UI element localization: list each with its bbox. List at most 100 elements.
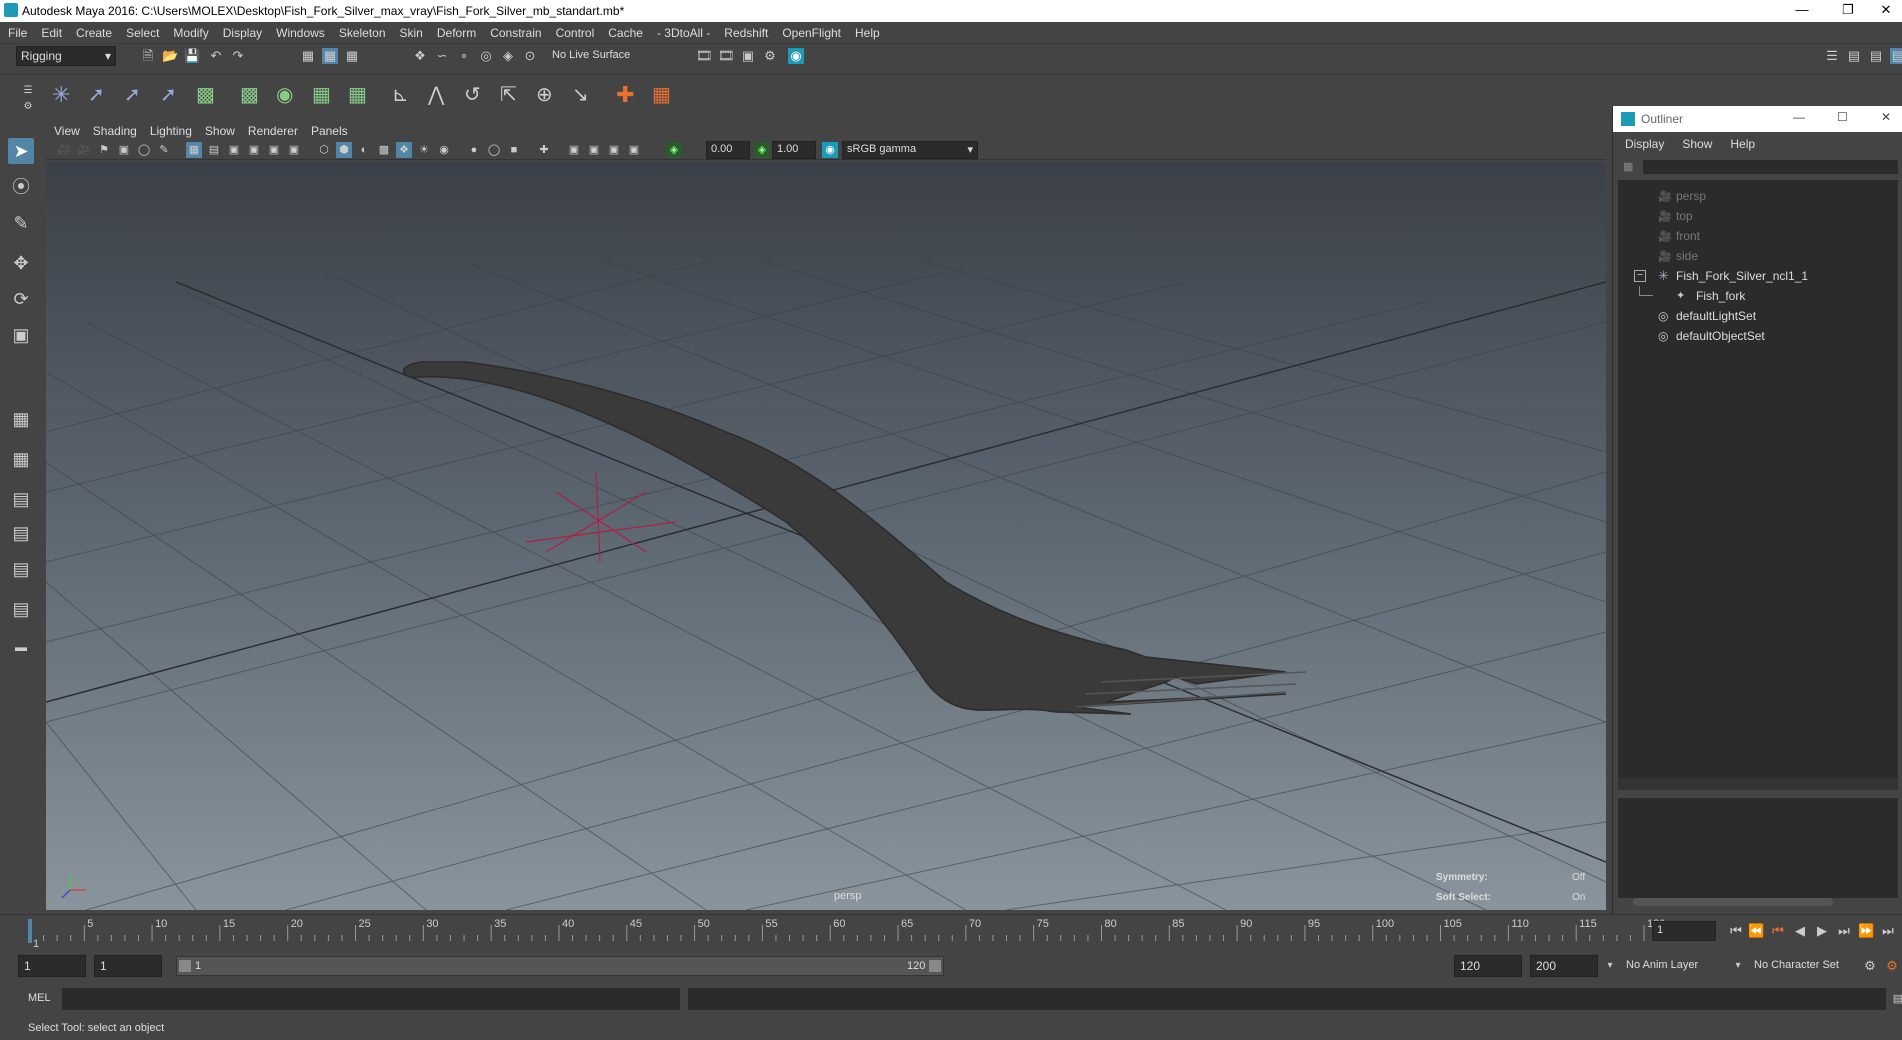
list-item[interactable]: ✦ Fish_fork <box>1618 286 1888 306</box>
menu-deform[interactable]: Deform <box>429 22 482 40</box>
menu-select[interactable]: Select <box>118 22 165 40</box>
hypershade-icon[interactable]: ◉ <box>788 48 804 64</box>
depth-of-field-icon[interactable]: ■ <box>506 142 522 158</box>
range-bar[interactable]: 1 120 <box>176 956 944 976</box>
filter-icon[interactable]: ▦ <box>1623 160 1639 174</box>
menu-windows[interactable]: Windows <box>268 22 331 40</box>
isolate-select-icon[interactable]: ✚ <box>536 142 552 158</box>
lasso-tool-icon[interactable]: ⦿ <box>8 174 34 200</box>
color-space-dropdown[interactable]: sRGB gamma ▾ <box>842 141 978 159</box>
motion-blur-icon[interactable]: ● <box>466 142 482 158</box>
range-start-handle[interactable] <box>179 960 191 972</box>
move-tool-icon[interactable]: ✥ <box>8 250 34 276</box>
color-management-icon[interactable]: ◉ <box>822 142 838 158</box>
two-pane-side-icon[interactable]: ▤ <box>8 486 34 512</box>
use-all-lights-icon[interactable]: ❖ <box>396 142 412 158</box>
channel-box-icon[interactable]: ▤ <box>1846 48 1862 64</box>
viewport-persp[interactable]: persp Symmetry: Off Soft Select: On <box>46 162 1606 910</box>
minimize-icon[interactable]: — <box>1782 2 1822 17</box>
hypershade-layout-icon[interactable]: ▤ <box>8 596 34 622</box>
go-to-start-icon[interactable]: ⏮ <box>1728 923 1744 939</box>
parent-constraint-icon[interactable]: ⊕ <box>536 85 553 105</box>
joint-tool-icon[interactable]: ✳ <box>52 84 70 106</box>
preferences-icon[interactable]: ⚙ <box>1884 958 1900 974</box>
layout-menu-icon[interactable]: ▬ <box>8 634 34 660</box>
camera-attributes-icon[interactable]: 🎥 <box>76 142 92 158</box>
backface-culling-icon[interactable]: ▣ <box>626 142 642 158</box>
list-item[interactable]: 🎥 persp <box>1618 186 1888 206</box>
live-surface-label[interactable]: No Live Surface <box>552 49 630 61</box>
select-object-icon[interactable]: ▦ <box>322 48 338 64</box>
list-item[interactable]: 🎥 front <box>1618 226 1888 246</box>
character-set-dropdown[interactable]: No Character Set <box>1754 959 1839 971</box>
render-frame-icon[interactable]: 🎞 <box>696 48 713 64</box>
layout-icon[interactable]: ☰ <box>1824 48 1840 64</box>
viewport-menu-lighting[interactable]: Lighting <box>142 122 197 138</box>
orient-constraint-icon[interactable]: ↺ <box>464 85 481 105</box>
list-item[interactable]: − ✳ Fish_Fork_Silver_ncl1_1 <box>1618 266 1888 286</box>
play-backward-icon[interactable]: ◀ <box>1792 923 1808 939</box>
pole-vector-icon[interactable]: ↘ <box>572 85 589 105</box>
playback-start-field[interactable]: 1 <box>94 955 162 977</box>
scale-tool-icon[interactable]: ▣ <box>8 322 34 348</box>
snap-view-icon[interactable]: ◎ <box>478 48 494 64</box>
step-back-icon[interactable]: ⏪ <box>1748 923 1764 939</box>
xray-joints-icon[interactable]: ▣ <box>586 142 602 158</box>
tool-settings-icon[interactable]: ▤ <box>1890 48 1902 64</box>
viewport-menu-panels[interactable]: Panels <box>303 122 353 138</box>
chevron-down-icon[interactable]: ▾ <box>1730 958 1746 974</box>
grease-pencil-icon[interactable]: ✎ <box>156 142 172 158</box>
snap-curve-icon[interactable]: ∽ <box>434 48 450 64</box>
aim-constraint-icon[interactable]: ⋀ <box>428 85 444 105</box>
redo-icon[interactable]: ↷ <box>230 48 246 64</box>
lattice-icon[interactable]: ▦ <box>312 85 331 105</box>
list-item[interactable]: 🎥 side <box>1618 246 1888 266</box>
close-icon[interactable]: ✕ <box>1866 2 1902 18</box>
step-forward-key-icon[interactable]: ⏭ <box>1836 923 1852 939</box>
shelf-tabs-icon[interactable]: ☰ <box>20 83 36 99</box>
field-chart-icon[interactable]: ▣ <box>266 142 282 158</box>
textured-icon[interactable]: ▩ <box>376 142 392 158</box>
bind-skin-icon[interactable]: ▩ <box>240 85 259 105</box>
smooth-shade-icon[interactable]: ⬢ <box>336 142 352 158</box>
chevron-down-icon[interactable]: ▾ <box>1602 958 1618 974</box>
menu-edit[interactable]: Edit <box>33 22 68 40</box>
playback-end-field[interactable]: 120 <box>1454 955 1522 977</box>
menu-skeleton[interactable]: Skeleton <box>331 22 392 40</box>
bookmark-icon[interactable]: ⚑ <box>96 142 112 158</box>
anim-layer-dropdown[interactable]: No Anim Layer <box>1626 959 1698 971</box>
outliner-minimize-icon[interactable]: — <box>1793 110 1805 124</box>
attribute-editor-icon[interactable]: ▤ <box>1868 48 1884 64</box>
image-plane-icon[interactable]: ▣ <box>116 142 132 158</box>
menu-3dtoall[interactable]: - 3DtoAll - <box>649 22 716 40</box>
menu-redshift[interactable]: Redshift <box>716 22 774 40</box>
skeleton-icon[interactable]: ▩ <box>196 85 215 105</box>
collapse-icon[interactable]: − <box>1634 270 1646 282</box>
menu-constrain[interactable]: Constrain <box>482 22 547 40</box>
viewport-menu-show[interactable]: Show <box>197 122 240 138</box>
viewport-menu-renderer[interactable]: Renderer <box>240 122 303 138</box>
shadows-icon[interactable]: ☀ <box>416 142 432 158</box>
menu-control[interactable]: Control <box>548 22 601 40</box>
undo-icon[interactable]: ↶ <box>208 48 224 64</box>
new-scene-icon[interactable]: 🗎 <box>140 48 156 64</box>
four-pane-icon[interactable]: ▦ <box>8 446 34 472</box>
menu-help[interactable]: Help <box>847 22 886 40</box>
play-forward-icon[interactable]: ▶ <box>1814 923 1830 939</box>
select-component-icon[interactable]: ▦ <box>344 48 360 64</box>
persp-graph-icon[interactable]: ▤ <box>8 556 34 582</box>
go-to-end-icon[interactable]: ⏭ <box>1880 923 1896 939</box>
menu-display[interactable]: Display <box>215 22 268 40</box>
xray-icon[interactable]: ▣ <box>566 142 582 158</box>
scale-constraint-icon[interactable]: ⇱ <box>500 85 517 105</box>
camera-select-icon[interactable]: 🎥 <box>56 142 72 158</box>
film-gate-icon[interactable]: ▤ <box>206 142 222 158</box>
grid-toggle-icon[interactable]: ▦ <box>186 142 202 158</box>
outliner-maximize-icon[interactable]: ☐ <box>1837 110 1848 124</box>
menu-modify[interactable]: Modify <box>165 22 214 40</box>
ipr-render-icon[interactable]: ▣ <box>740 48 756 64</box>
gate-mask-icon[interactable]: ▣ <box>246 142 262 158</box>
select-hierarchy-icon[interactable]: ▦ <box>300 48 316 64</box>
time-slider[interactable]: 1 5 10 15 20 25 30 35 40 45 50 55 60 65 70 75 80 85 90 95 10… <box>0 914 1902 950</box>
point-constraint-icon[interactable]: ⊾ <box>392 85 409 105</box>
